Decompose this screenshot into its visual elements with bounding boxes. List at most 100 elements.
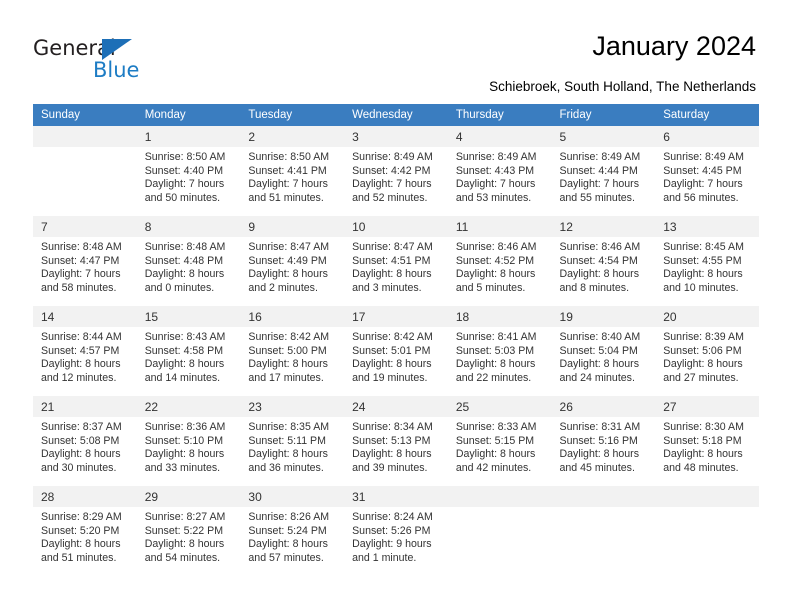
calendar-day-cell[interactable]: 20 Sunrise: 8:39 AM Sunset: 5:06 PM Dayligh… (655, 305, 759, 396)
calendar-day-cell[interactable]: 25 Sunrise: 8:33 AM Sunset: 5:15 PM Dayligh… (447, 395, 552, 486)
calendar-day-cell[interactable]: 10 Sunrise: 8:47 AM Sunset: 4:51 PM Dayligh… (344, 215, 448, 306)
day-details: Sunrise: 8:48 AM Sunset: 4:48 PM Daylight:… (137, 237, 241, 295)
day-details: Sunrise: 8:24 AM Sunset: 5:26 PM Daylight:… (344, 507, 448, 565)
calendar-day-cell[interactable]: 16 Sunrise: 8:42 AM Sunset: 5:00 PM Dayligh… (240, 305, 345, 396)
sunrise-time: Sunrise: 8:37 AM (41, 421, 122, 433)
calendar-day-cell[interactable]: 3 Sunrise: 8:49 AM Sunset: 4:42 PM Daylight… (344, 126, 448, 216)
day-details: Sunrise: 8:49 AM Sunset: 4:43 PM Daylight:… (448, 147, 552, 205)
calendar-day-cell[interactable]: 4 Sunrise: 8:49 AM Sunset: 4:43 PM Daylight… (447, 126, 552, 216)
daylight-duration-line2: and 36 minutes. (248, 461, 324, 474)
sunset-time: Sunset: 5:10 PM (144, 434, 224, 447)
daylight-duration-line2: and 14 minutes. (144, 371, 221, 384)
daylight-duration-line1: Daylight: 7 hours (455, 178, 536, 191)
day-details: Sunrise: 8:39 AM Sunset: 5:06 PM Daylight:… (655, 327, 759, 385)
sunrise-time: Sunrise: 8:27 AM (144, 511, 226, 523)
logo-triangle-icon (102, 39, 132, 60)
day-number: 12 (551, 216, 656, 237)
daylight-duration-line2: and 52 minutes. (352, 191, 428, 204)
calendar-day-cell[interactable]: 19 Sunrise: 8:40 AM Sunset: 5:04 PM Dayligh… (551, 305, 656, 396)
calendar-cell-empty (447, 485, 552, 576)
sunrise-time: Sunrise: 8:50 AM (144, 151, 226, 163)
day-number: 3 (344, 126, 448, 147)
day-details: Sunrise: 8:50 AM Sunset: 4:40 PM Daylight:… (137, 147, 241, 205)
sunrise-time: Sunrise: 8:24 AM (352, 511, 433, 523)
daylight-duration-line2: and 56 minutes. (663, 191, 739, 204)
calendar-day-cell[interactable]: 11 Sunrise: 8:46 AM Sunset: 4:52 PM Dayligh… (447, 215, 552, 306)
sunset-time: Sunset: 4:57 PM (41, 344, 120, 357)
calendar-day-cell[interactable]: 13 Sunrise: 8:45 AM Sunset: 4:55 PM Dayligh… (655, 215, 759, 306)
sunrise-time: Sunrise: 8:48 AM (144, 241, 226, 253)
day-details: Sunrise: 8:37 AM Sunset: 5:08 PM Daylight:… (33, 417, 137, 475)
day-number: 11 (447, 216, 552, 237)
day-number: 25 (447, 396, 552, 417)
day-number: 22 (136, 396, 241, 417)
sunrise-time: Sunrise: 8:35 AM (248, 421, 330, 433)
general-blue-logo: General Blue (33, 36, 203, 86)
sunrise-time: Sunrise: 8:41 AM (455, 331, 537, 343)
calendar-day-cell[interactable]: 21 Sunrise: 8:37 AM Sunset: 5:08 PM Dayligh… (33, 395, 137, 486)
sunset-time: Sunset: 4:47 PM (41, 254, 120, 267)
daylight-duration-line2: and 17 minutes. (248, 371, 324, 384)
day-details: Sunrise: 8:43 AM Sunset: 4:58 PM Daylight:… (137, 327, 241, 385)
sunset-time: Sunset: 5:15 PM (455, 434, 535, 447)
day-number: 24 (344, 396, 448, 417)
calendar-day-cell[interactable]: 30 Sunrise: 8:26 AM Sunset: 5:24 PM Dayligh… (240, 485, 345, 576)
day-number (655, 486, 759, 507)
day-details: Sunrise: 8:26 AM Sunset: 5:24 PM Daylight:… (240, 507, 344, 565)
calendar-day-cell[interactable]: 14 Sunrise: 8:44 AM Sunset: 4:57 PM Dayligh… (33, 305, 137, 396)
calendar-day-cell[interactable]: 1 Sunrise: 8:50 AM Sunset: 4:40 PM Daylight… (136, 126, 241, 216)
calendar-day-cell[interactable]: 31 Sunrise: 8:24 AM Sunset: 5:26 PM Dayligh… (344, 485, 448, 576)
calendar-day-cell[interactable]: 2 Sunrise: 8:50 AM Sunset: 4:41 PM Daylight… (240, 126, 345, 216)
daylight-duration-line1: Daylight: 8 hours (41, 448, 121, 461)
calendar-day-cell[interactable]: 27 Sunrise: 8:30 AM Sunset: 5:18 PM Dayligh… (655, 395, 759, 486)
calendar-day-cell[interactable]: 6 Sunrise: 8:49 AM Sunset: 4:45 PM Daylight… (655, 126, 759, 216)
sunrise-time: Sunrise: 8:26 AM (248, 511, 330, 523)
calendar-day-cell[interactable]: 9 Sunrise: 8:47 AM Sunset: 4:49 PM Daylight… (240, 215, 345, 306)
day-number: 16 (240, 306, 345, 327)
sunset-time: Sunset: 5:03 PM (455, 344, 535, 357)
calendar-page: General Blue January 2024 Schiebroek, So… (0, 0, 792, 612)
calendar-day-cell[interactable]: 28 Sunrise: 8:29 AM Sunset: 5:20 PM Dayligh… (33, 485, 137, 576)
day-details: Sunrise: 8:47 AM Sunset: 4:51 PM Daylight:… (344, 237, 448, 295)
sunset-time: Sunset: 5:01 PM (352, 344, 431, 357)
calendar-day-cell[interactable]: 7 Sunrise: 8:48 AM Sunset: 4:47 PM Daylight… (33, 215, 137, 306)
calendar-day-cell[interactable]: 23 Sunrise: 8:35 AM Sunset: 5:11 PM Dayligh… (240, 395, 345, 486)
sunset-time: Sunset: 5:26 PM (352, 524, 431, 537)
day-details: Sunrise: 8:45 AM Sunset: 4:55 PM Daylight:… (655, 237, 759, 295)
calendar-day-cell[interactable]: 24 Sunrise: 8:34 AM Sunset: 5:13 PM Dayligh… (344, 395, 448, 486)
day-details: Sunrise: 8:49 AM Sunset: 4:44 PM Daylight:… (552, 147, 656, 205)
sunrise-time: Sunrise: 8:46 AM (455, 241, 537, 253)
calendar-day-cell[interactable]: 8 Sunrise: 8:48 AM Sunset: 4:48 PM Daylight… (136, 215, 241, 306)
day-number: 27 (655, 396, 759, 417)
day-number (33, 126, 137, 147)
calendar-week-row: 7 Sunrise: 8:48 AM Sunset: 4:47 PM Daylight… (33, 215, 759, 306)
daylight-duration-line2: and 48 minutes. (663, 461, 739, 474)
calendar-day-cell[interactable]: 5 Sunrise: 8:49 AM Sunset: 4:44 PM Daylight… (551, 126, 656, 216)
calendar-day-cell[interactable]: 12 Sunrise: 8:46 AM Sunset: 4:54 PM Dayligh… (551, 215, 656, 306)
day-number: 2 (240, 126, 345, 147)
day-details: Sunrise: 8:42 AM Sunset: 5:01 PM Daylight:… (344, 327, 448, 385)
calendar-day-cell[interactable]: 17 Sunrise: 8:42 AM Sunset: 5:01 PM Dayligh… (344, 305, 448, 396)
calendar-day-cell[interactable]: 29 Sunrise: 8:27 AM Sunset: 5:22 PM Dayligh… (136, 485, 241, 576)
daylight-duration-line1: Daylight: 8 hours (559, 268, 640, 281)
sunrise-time: Sunrise: 8:48 AM (41, 241, 122, 253)
daylight-duration-line2: and 10 minutes. (663, 281, 739, 294)
calendar-day-cell[interactable]: 15 Sunrise: 8:43 AM Sunset: 4:58 PM Dayligh… (136, 305, 241, 396)
calendar-week-row: 1 Sunrise: 8:50 AM Sunset: 4:40 PM Daylight… (33, 126, 759, 216)
sunrise-time: Sunrise: 8:49 AM (455, 151, 537, 163)
day-details: Sunrise: 8:44 AM Sunset: 4:57 PM Daylight:… (33, 327, 137, 385)
sunset-time: Sunset: 5:24 PM (248, 524, 327, 537)
day-number: 21 (33, 396, 137, 417)
daylight-duration-line2: and 2 minutes. (248, 281, 318, 294)
daylight-duration-line1: Daylight: 8 hours (41, 538, 121, 551)
day-details: Sunrise: 8:29 AM Sunset: 5:20 PM Daylight:… (33, 507, 137, 565)
daylight-duration-line1: Daylight: 8 hours (455, 448, 536, 461)
sunset-time: Sunset: 5:00 PM (248, 344, 327, 357)
calendar-day-cell[interactable]: 26 Sunrise: 8:31 AM Sunset: 5:16 PM Dayligh… (551, 395, 656, 486)
calendar-day-cell[interactable]: 22 Sunrise: 8:36 AM Sunset: 5:10 PM Dayligh… (136, 395, 241, 486)
daylight-duration-line2: and 30 minutes. (41, 461, 117, 474)
sunset-time: Sunset: 4:54 PM (559, 254, 638, 267)
calendar-day-cell[interactable]: 18 Sunrise: 8:41 AM Sunset: 5:03 PM Dayligh… (447, 305, 552, 396)
daylight-duration-line1: Daylight: 7 hours (144, 178, 225, 191)
page-title: January 2024 (592, 31, 756, 61)
